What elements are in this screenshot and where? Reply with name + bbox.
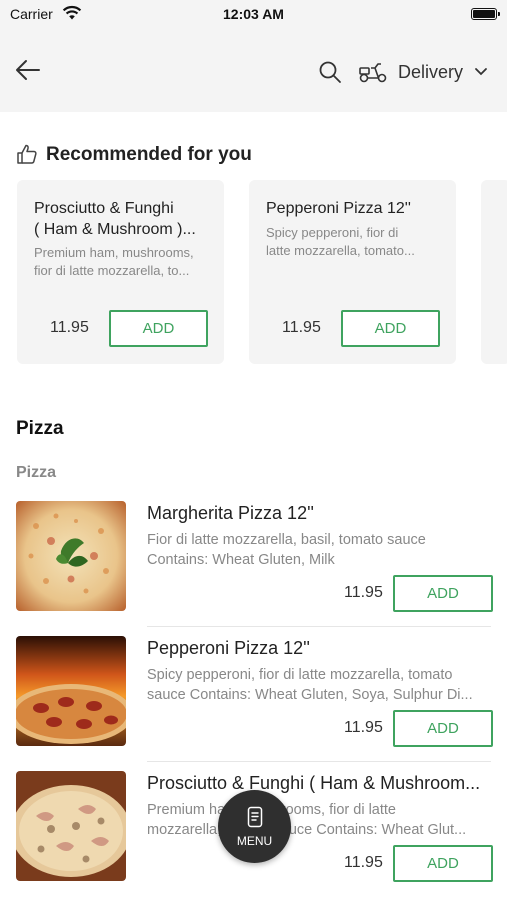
menu-item[interactable]: Pepperoni Pizza 12'' Spicy pepperoni, fi…	[0, 636, 507, 762]
add-button[interactable]: ADD	[393, 710, 493, 747]
add-button[interactable]: ADD	[341, 310, 440, 347]
menu-item-name: Margherita Pizza 12''	[147, 503, 314, 523]
menu-button-label: MENU	[236, 834, 273, 848]
add-button[interactable]: ADD	[393, 845, 493, 882]
menu-item-description: Fior di latte mozzarella, basil, tomato …	[147, 532, 426, 568]
recommended-card-partial[interactable]	[481, 180, 507, 364]
menu-item-name: Pepperoni Pizza 12''	[147, 638, 310, 658]
delivery-scooter-icon[interactable]	[358, 60, 388, 84]
menu-item-price: 11.95	[344, 584, 383, 601]
recommended-card-name: Prosciutto & Funghi ( Ham & Mushroom )..…	[34, 200, 196, 238]
thumbs-up-icon	[17, 144, 37, 164]
recommended-card-price: 11.95	[50, 319, 89, 336]
menu-book-icon	[247, 806, 263, 828]
back-arrow-icon[interactable]	[14, 56, 42, 84]
menu-item-name: Prosciutto & Funghi ( Ham & Mushroom...	[147, 773, 481, 793]
search-icon[interactable]	[318, 60, 342, 84]
recommended-card-description: Spicy pepperoni, fior di latte mozzarell…	[266, 225, 415, 258]
recommended-card-name: Pepperoni Pizza 12''	[266, 200, 411, 217]
delivery-mode-selector[interactable]: Delivery	[398, 62, 463, 83]
clock: 12:03 AM	[223, 6, 284, 22]
pizza-photo	[16, 636, 126, 746]
subcategory-title: Pizza	[16, 464, 57, 481]
recommended-title: Recommended for you	[46, 144, 252, 165]
status-bar: Carrier 12:03 AM	[0, 0, 507, 30]
recommended-card-description: Premium ham, mushrooms, fior di latte mo…	[34, 245, 194, 278]
category-title: Pizza	[16, 418, 64, 439]
add-button[interactable]: ADD	[109, 310, 208, 347]
menu-item[interactable]: Margherita Pizza 12'' Fior di latte mozz…	[0, 501, 507, 627]
pizza-photo	[16, 501, 126, 611]
menu-item-description: Spicy pepperoni, fior di latte mozzarell…	[147, 667, 473, 703]
recommended-card[interactable]: Prosciutto & Funghi ( Ham & Mushroom )..…	[17, 180, 224, 364]
battery-icon	[471, 8, 500, 20]
top-nav-bar: Delivery	[0, 30, 507, 112]
pizza-photo	[16, 771, 126, 881]
menu-item-price: 11.95	[344, 719, 383, 736]
add-button[interactable]: ADD	[393, 575, 493, 612]
chevron-down-icon[interactable]	[474, 67, 488, 77]
divider	[147, 761, 491, 762]
menu-item-description: Premium ham, mushrooms, fior di latte mo…	[147, 802, 467, 838]
recommended-card-price: 11.95	[282, 319, 321, 336]
menu-floating-button[interactable]: MENU	[218, 790, 291, 863]
menu-item-price: 11.95	[344, 854, 383, 871]
recommended-card[interactable]: Pepperoni Pizza 12'' Spicy pepperoni, fi…	[249, 180, 456, 364]
divider	[147, 626, 491, 627]
